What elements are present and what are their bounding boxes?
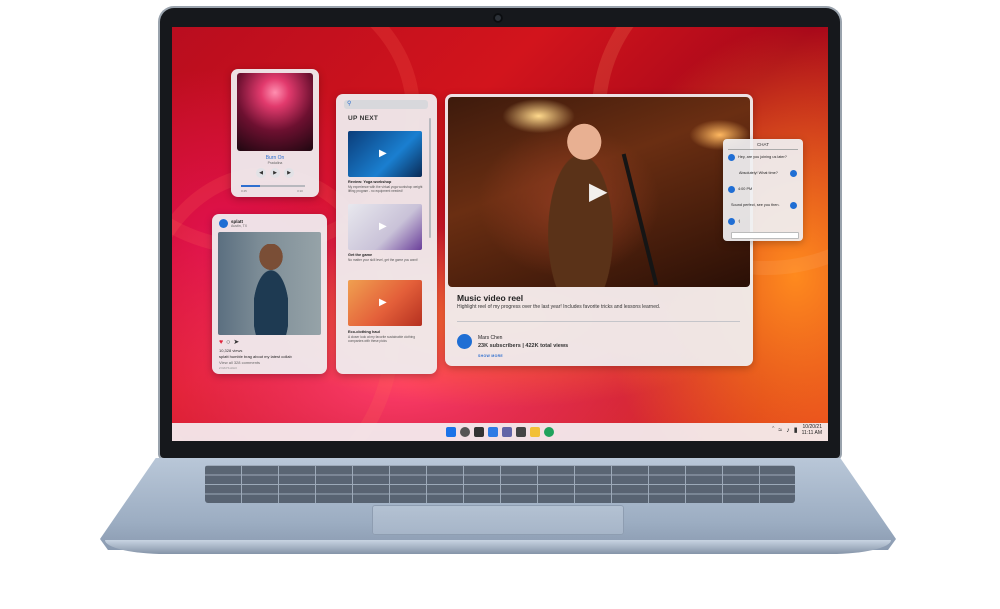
person-figure (254, 244, 288, 335)
avatar[interactable] (219, 219, 228, 228)
video-description: No matter your skill level, get the game… (348, 258, 418, 262)
video-player-window: ▶ Music video reel Highlight reel of my … (445, 94, 753, 366)
play-icon: ▶ (379, 148, 387, 159)
post-age: 2 DAYS AGO (219, 366, 237, 370)
avatar (790, 202, 797, 209)
video-thumbnail[interactable]: ▶ (348, 204, 422, 250)
video-title[interactable]: Get the game (348, 253, 372, 257)
elapsed-time: 0:45 (241, 189, 247, 193)
video-title: Music video reel (457, 293, 524, 303)
keyboard (205, 465, 795, 503)
video-description: Highlight reel of my progress over the l… (457, 304, 661, 310)
channel-name[interactable]: Mars Chen (478, 335, 502, 341)
post-actions: ♥○➤ (219, 338, 242, 346)
post-location: Austin, TX (231, 224, 248, 228)
video-frame[interactable]: ▶ (448, 97, 750, 287)
play-icon[interactable]: ▶ (270, 168, 280, 178)
store-icon[interactable] (516, 427, 526, 437)
chevron-up-icon[interactable]: ˆ (772, 427, 774, 434)
desktop-screen: Burn On Pradalina ◀ ▶ ▶ 0:45 3:10 splatt… (172, 27, 828, 441)
task-view-icon[interactable] (474, 427, 484, 437)
up-next-sidebar: ⚲ UP NEXT ▶ Review: Yoga workshop My exp… (336, 94, 437, 374)
music-player-widget: Burn On Pradalina ◀ ▶ ▶ 0:45 3:10 (231, 69, 319, 197)
video-description: A closer look at my favorite sustainable… (348, 335, 415, 343)
microphone-stand (621, 153, 659, 286)
folder-icon[interactable] (530, 427, 540, 437)
play-icon: ▶ (379, 297, 387, 308)
video-thumbnail[interactable]: ▶ (348, 280, 422, 326)
next-icon[interactable]: ▶ (284, 168, 294, 178)
start-icon[interactable] (446, 427, 456, 437)
laptop-base-edge (105, 540, 891, 554)
track-progress-slider[interactable] (241, 185, 305, 187)
avatar (728, 154, 735, 161)
chat-message: 4:00 PM (738, 187, 753, 191)
video-description: My experience with the virtual yoga work… (348, 185, 423, 193)
search-icon: ⚲ (347, 101, 352, 107)
chat-message: Hey, are you joining us later? (738, 155, 787, 159)
view-comments-link[interactable]: View all 328 comments (219, 360, 260, 365)
clock[interactable]: 10/20/21 11:11 AM (802, 424, 822, 436)
touchpad (372, 505, 624, 535)
search-input[interactable]: ⚲ (344, 100, 428, 109)
taskbar: ˆ ≈ ♪ ▮ 10/20/21 11:11 AM (172, 423, 828, 441)
show-more-button[interactable]: SHOW MORE (478, 354, 503, 358)
social-post-widget: splatt Austin, TX ♥○➤ 10,328 views splat… (212, 214, 327, 374)
track-artist: Pradalina (267, 161, 283, 165)
video-thumbnail[interactable]: ▶ (348, 131, 422, 177)
volume-icon[interactable]: ♪ (786, 427, 790, 434)
up-next-heading: UP NEXT (348, 115, 379, 122)
post-views: 10,328 views (219, 348, 243, 353)
webcam (493, 13, 503, 23)
chat-widget: CHAT Hey, are you joining us later? Abso… (723, 139, 803, 241)
play-icon[interactable]: ▶ (589, 177, 607, 206)
play-icon: ▶ (379, 221, 387, 232)
video-title[interactable]: Review: Yoga workshop (348, 180, 391, 184)
system-tray: ˆ ≈ ♪ ▮ 10/20/21 11:11 AM (772, 424, 822, 436)
chat-message: Sound perfect, see you then. (731, 203, 780, 207)
channel-stats: 23K subscribers | 422K total views (478, 343, 569, 349)
chat-app-icon[interactable] (502, 427, 512, 437)
clock-time: 11:11 AM (801, 430, 822, 436)
chat-message: :) (738, 219, 741, 223)
divider (457, 321, 740, 322)
sidebar-scrollbar[interactable] (429, 118, 431, 238)
chat-message: Absolutely! What time? (739, 171, 778, 175)
edge-icon[interactable] (544, 427, 554, 437)
widgets-icon[interactable] (488, 427, 498, 437)
avatar (728, 218, 735, 225)
video-title[interactable]: Eco-clothing haul (348, 330, 380, 334)
search-icon[interactable] (460, 427, 470, 437)
avatar (790, 170, 797, 177)
album-art (237, 73, 313, 151)
total-time: 3:10 (297, 189, 303, 193)
post-photo[interactable] (218, 232, 321, 335)
wifi-icon[interactable]: ≈ (778, 427, 782, 434)
chat-input[interactable] (731, 232, 799, 239)
battery-icon[interactable]: ▮ (794, 426, 798, 434)
share-icon[interactable]: ➤ (233, 339, 242, 346)
chat-title: CHAT (757, 142, 769, 147)
avatar (728, 186, 735, 193)
channel-avatar[interactable] (457, 334, 472, 349)
divider (728, 149, 798, 150)
previous-icon[interactable]: ◀ (256, 168, 266, 178)
post-caption: splatt humble brag about my latest colla… (219, 354, 292, 359)
